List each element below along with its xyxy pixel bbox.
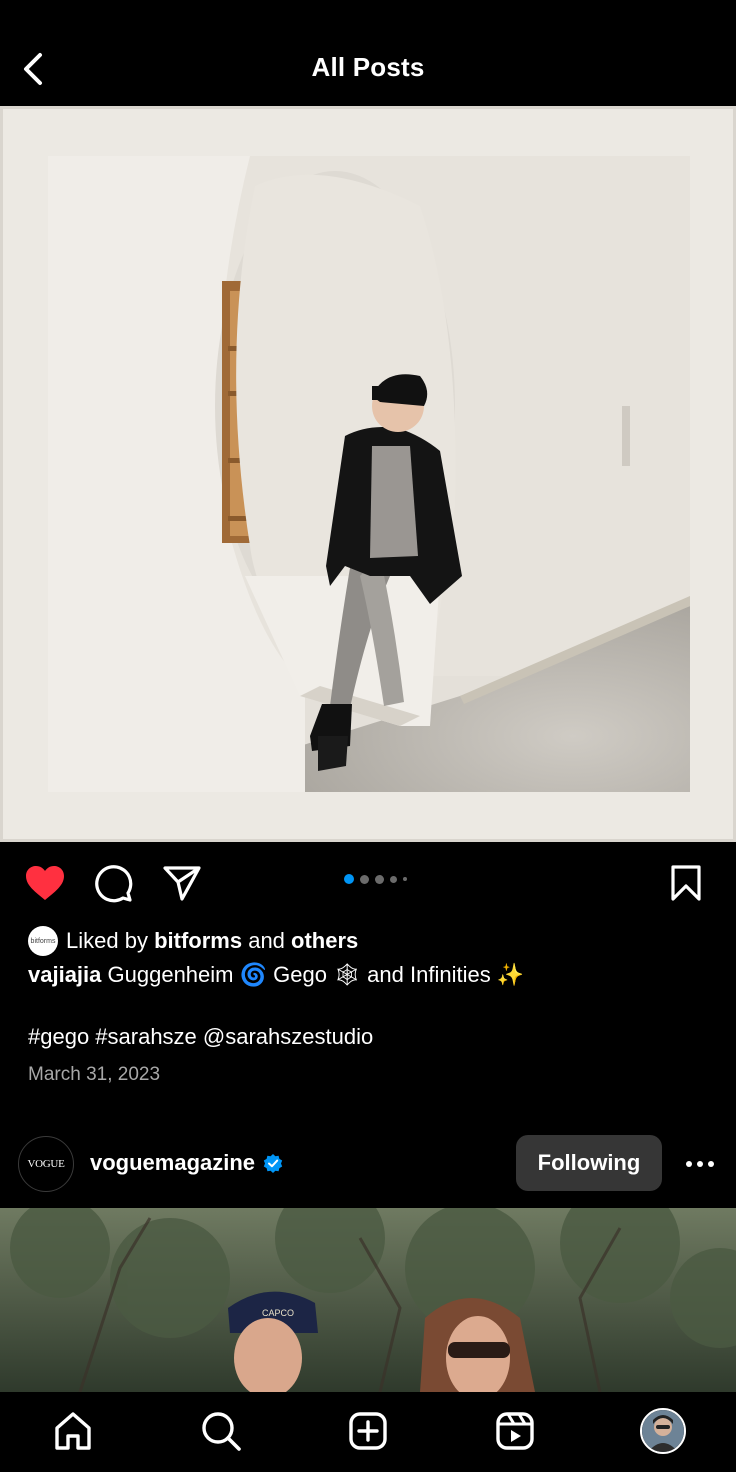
carousel-indicator xyxy=(344,874,407,884)
caption-username[interactable]: vajiajia xyxy=(28,962,101,987)
like-button[interactable] xyxy=(22,862,68,904)
verified-badge-icon xyxy=(263,1154,283,1173)
post-hashtags[interactable]: #gego #sarahsze @sarahszestudio xyxy=(28,1024,373,1050)
next-post-photo[interactable]: CAPCO xyxy=(0,1208,736,1392)
carousel-dot xyxy=(403,877,407,881)
nav-reels[interactable] xyxy=(490,1406,540,1456)
bottom-navigation xyxy=(0,1392,736,1472)
carousel-dot xyxy=(360,874,369,884)
post-actions xyxy=(0,842,736,926)
plus-square-icon xyxy=(349,1412,387,1450)
sparkles-emoji: ✨ xyxy=(496,962,525,987)
svg-text:CAPCO: CAPCO xyxy=(262,1308,294,1318)
carousel-dot xyxy=(375,874,384,884)
liker-avatar[interactable]: bitforms xyxy=(28,926,58,956)
caption-text: Gego xyxy=(273,962,327,987)
bookmark-icon xyxy=(671,865,701,901)
carousel-dot xyxy=(390,875,397,883)
post-caption: vajiajia Guggenheim 🌀 Gego 🕸 and Infinit… xyxy=(28,962,524,988)
account-username[interactable]: voguemagazine xyxy=(90,1150,255,1176)
likes-summary[interactable]: bitforms Liked by bitforms and others xyxy=(28,926,358,956)
top-bar: All Posts xyxy=(0,0,736,106)
nav-home[interactable] xyxy=(48,1406,98,1456)
search-icon xyxy=(202,1412,241,1451)
account-avatar[interactable]: VOGUE xyxy=(18,1136,74,1192)
share-button[interactable] xyxy=(160,862,204,904)
comment-icon xyxy=(95,865,133,903)
home-icon xyxy=(55,1412,91,1450)
avatar xyxy=(640,1408,686,1454)
next-post-header: VOGUE voguemagazine Following xyxy=(0,1130,736,1208)
nav-create[interactable] xyxy=(343,1406,393,1456)
liked-by-and: and xyxy=(248,928,285,953)
caption-text: Guggenheim xyxy=(107,962,234,987)
heart-icon xyxy=(26,866,64,900)
comment-button[interactable] xyxy=(92,862,134,904)
liked-by-others[interactable]: others xyxy=(291,928,358,954)
post-date: March 31, 2023 xyxy=(28,1064,161,1085)
cyclone-emoji: 🌀 xyxy=(239,962,268,987)
more-horizontal-icon xyxy=(686,1161,714,1167)
carousel-dot-active xyxy=(344,874,354,884)
reels-icon xyxy=(496,1412,534,1450)
nav-profile[interactable] xyxy=(638,1406,688,1456)
liked-by-prefix: Liked by xyxy=(66,928,148,953)
nav-search[interactable] xyxy=(196,1406,246,1456)
account-username-row[interactable]: voguemagazine xyxy=(90,1150,283,1176)
paper-plane-icon xyxy=(163,866,201,901)
liker-username[interactable]: bitforms xyxy=(154,928,242,954)
post-photo[interactable] xyxy=(0,106,736,842)
more-options-button[interactable] xyxy=(680,1148,720,1180)
save-button[interactable] xyxy=(664,862,708,904)
caption-text: and Infinities xyxy=(367,962,491,987)
following-button[interactable]: Following xyxy=(516,1135,662,1191)
page-title: All Posts xyxy=(311,52,425,82)
spider-web-emoji: 🕸 xyxy=(333,962,362,987)
liker-avatar-text: bitforms xyxy=(30,937,56,945)
account-avatar-text: VOGUE xyxy=(27,1158,65,1170)
